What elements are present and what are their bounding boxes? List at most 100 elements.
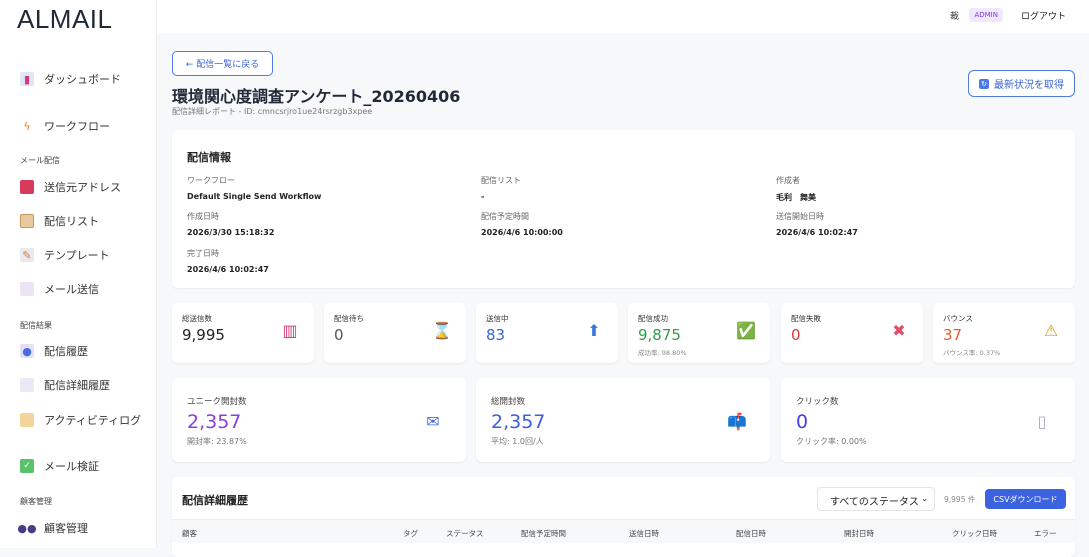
postbox-icon [20,180,34,194]
app-logo[interactable]: ALMAIL [17,4,113,35]
info-field-list: 配信リスト - [481,175,521,201]
column-header[interactable]: 配信日時 [736,528,766,539]
check-mark-icon: ✅ [736,320,756,340]
stat-label: 総送信数 [182,314,212,323]
stat-value: 0 [334,326,344,344]
sidebar: ALMAIL ▮ ダッシュボード ϟ ワークフロー メール配信 送信元アドレス 配信… [0,0,157,548]
users-icon: ●● [17,521,37,535]
info-field-workflow: ワークフロー Default Single Send Workflow [187,175,321,201]
info-field-created: 作成日時 2026/3/30 15:18:32 [187,211,274,237]
sidebar-item-activity-log[interactable]: アクティビティログ [20,412,141,428]
sidebar-item-sender[interactable]: 送信元アドレス [20,179,121,195]
field-value: 2026/4/6 10:02:47 [187,265,269,274]
field-value: - [481,192,485,201]
back-button[interactable]: ← 配信一覧に戻る [172,51,273,76]
sidebar-item-list[interactable]: 配信リスト [20,213,99,229]
field-label: 配信リスト [481,176,521,185]
engagement-label: 総開封数 [491,397,526,407]
column-header[interactable]: ステータス [446,528,484,539]
column-header[interactable]: タグ [403,528,418,539]
nav-label: 配信履歴 [44,345,88,358]
email-at-icon: ✉ [426,411,440,431]
engagement-sub: クリック率: 0.00% [796,437,867,446]
column-header[interactable]: 送信日時 [629,528,659,539]
section-label: 配信結果 [20,321,52,330]
record-count: 9,995 件 [944,495,976,504]
table-heading: 配信詳細履歴 [182,494,248,507]
refresh-button[interactable]: ↻ 最新状況を取得 [968,70,1075,97]
outbox-tray-icon: ⬆ [587,320,601,340]
nav-label: ダッシュボード [44,73,121,86]
cross-mark-icon: ✖ [892,320,906,340]
chevron-down-icon: ⌄ [921,494,928,503]
sidebar-item-workflow[interactable]: ϟ ワークフロー [20,118,110,134]
stat-value: 83 [486,326,506,344]
sidebar-item-detail-history[interactable]: 配信詳細履歴 [20,377,110,393]
stat-card: 配信待ち 0 ⌛ [324,303,466,363]
nav-label: 送信元アドレス [44,181,121,194]
nav-label: 配信リスト [44,215,99,228]
sidebar-item-verify[interactable]: ✓ メール検証 [20,458,99,474]
column-header[interactable]: 開封日時 [844,528,874,539]
hourglass-icon: ⌛ [432,320,452,340]
section-label: 顧客管理 [20,497,52,506]
field-value: Default Single Send Workflow [187,192,322,201]
user-name: 裁 [949,12,959,22]
info-field-scheduled: 配信予定時間 2026/4/6 10:00:00 [481,211,563,237]
stat-value: 37 [943,326,963,344]
field-label: 送信開始日時 [776,212,824,221]
sidebar-item-template[interactable]: ✎ テンプレート [20,247,110,263]
csv-download-button[interactable]: CSVダウンロード [985,489,1066,509]
delivery-info-card: 配信情報 ワークフロー Default Single Send Workflow … [172,130,1075,288]
mouse-icon: ▯ [1037,411,1047,431]
engagement-value: 2,357 [187,411,242,433]
field-label: 配信予定時間 [481,212,529,221]
stat-value: 9,995 [182,326,225,344]
mailbox-icon: 📫 [727,411,747,431]
column-header[interactable]: 配信予定時間 [521,528,566,539]
page-subtitle: 配信詳細レポート - ID: cmncsrjro1ue24rsrzgb3xpee [172,107,373,116]
stat-label: 配信成功 [638,314,668,323]
stat-sub: バウンス率: 0.37% [943,349,1001,357]
refresh-icon: ↻ [979,78,989,89]
envelope-icon [20,282,34,296]
role-badge: ADMIN [969,8,1003,22]
engagement-value: 2,357 [491,411,546,433]
engagement-card: クリック数 0 クリック率: 0.00% ▯ [781,378,1075,462]
sidebar-item-history[interactable]: ● 配信履歴 [20,343,88,359]
engagement-sub: 平均: 1.0回/人 [491,437,544,446]
nav-label: メール検証 [44,460,99,473]
column-header[interactable]: 顧客 [182,528,197,539]
info-field-send-start: 送信開始日時 2026/4/6 10:02:47 [776,211,858,237]
sidebar-item-dashboard[interactable]: ▮ ダッシュボード [20,71,121,87]
stat-value: 9,875 [638,326,681,344]
stat-label: 配信待ち [334,314,364,323]
sidebar-item-customers[interactable]: ●● 顧客管理 [17,520,88,536]
field-label: 作成者 [776,176,800,185]
filter-value: すべてのステータス [830,497,919,508]
info-field-completed: 完了日時 2026/4/6 10:02:47 [187,248,269,274]
engagement-card: 総開封数 2,357 平均: 1.0回/人 📫 [476,378,770,462]
stat-card: バウンス 37 バウンス率: 0.37% ⚠ [933,303,1075,363]
status-filter-select[interactable]: すべてのステータス ⌄ [817,487,935,511]
nav-label: テンプレート [44,249,110,262]
lightning-icon: ϟ [23,119,31,133]
logout-button[interactable]: ログアウト [1021,9,1066,22]
stat-card: 配信成功 9,875 成功率: 98.80% ✅ [628,303,770,363]
sidebar-item-send[interactable]: メール送信 [20,281,99,297]
top-bar: 裁 ADMIN ログアウト [157,0,1089,33]
bar-chart-icon: ▥ [282,320,298,340]
field-label: ワークフロー [187,176,235,185]
engagement-label: ユニーク開封数 [187,397,247,407]
column-header[interactable]: エラー [1034,528,1057,539]
engagement-sub: 開封率: 23.87% [187,437,247,446]
document-pen-icon: ✎ [20,248,34,262]
stat-label: バウンス [943,314,973,323]
column-header[interactable]: クリック日時 [952,528,997,539]
refresh-label: 最新状況を取得 [994,80,1064,91]
engagement-label: クリック数 [796,397,839,407]
field-value: 2026/4/6 10:00:00 [481,228,563,237]
engagement-value: 0 [796,411,809,433]
stat-label: 配信失敗 [791,314,821,323]
stat-card: 配信失敗 0 ✖ [781,303,923,363]
